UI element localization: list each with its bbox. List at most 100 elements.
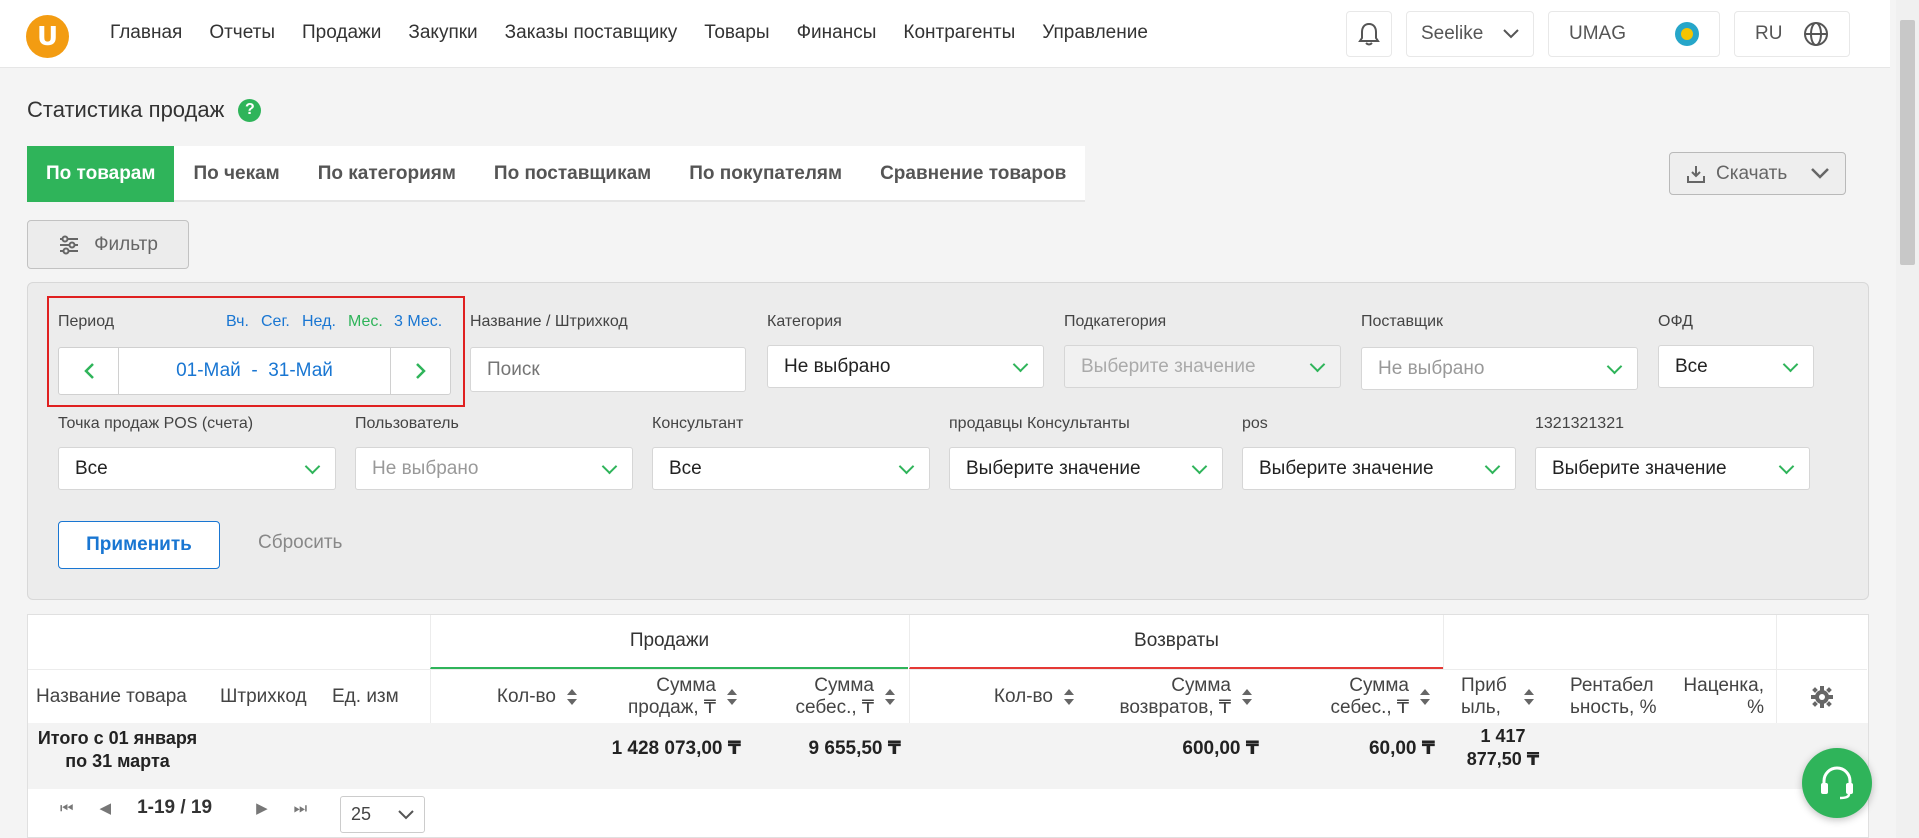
subcategory-select[interactable]: Выберите значение: [1064, 345, 1341, 388]
table-settings-button[interactable]: [1777, 669, 1867, 723]
scrollbar-thumb[interactable]: [1900, 20, 1915, 265]
col-product-name[interactable]: Название товара: [28, 669, 211, 723]
sort-icon[interactable]: [1063, 688, 1075, 706]
ofd-value: Все: [1675, 355, 1708, 377]
shop-name: Seelike: [1421, 23, 1484, 44]
returns-group-header: Возвраты: [909, 615, 1443, 669]
page-title: Статистика продаж: [27, 97, 225, 122]
sort-icon[interactable]: [1523, 688, 1535, 706]
sellers-select[interactable]: Выберите значение: [949, 447, 1223, 490]
custom-field-label: 1321321321: [1535, 415, 1624, 432]
sort-icon[interactable]: [1241, 688, 1253, 706]
col-sales-sum[interactable]: Сумма продаж, ₸: [590, 669, 750, 723]
search-input[interactable]: [470, 347, 746, 392]
period-next-button[interactable]: [390, 348, 450, 394]
prev-page-icon[interactable]: ◀: [100, 799, 112, 817]
quick-today[interactable]: Сег.: [261, 313, 290, 331]
custom-field-select[interactable]: Выберите значение: [1535, 447, 1810, 490]
col-sales-sum-label: Сумма продаж, ₸: [627, 674, 716, 718]
nav-item-supplier-orders[interactable]: Заказы поставщику: [505, 22, 678, 44]
chevron-down-icon: [899, 462, 913, 476]
quick-yesterday[interactable]: Вч.: [226, 313, 249, 331]
totals-profit: 1 417 877,50 ₸: [1466, 726, 1540, 769]
period-prev-button[interactable]: [59, 348, 119, 394]
col-profit[interactable]: Приб ыль,: [1443, 669, 1554, 723]
tab-by-products[interactable]: По товарам: [27, 146, 175, 202]
col-markup[interactable]: Наценка, %: [1665, 669, 1776, 723]
flag-icon: [1675, 22, 1699, 46]
col-returns-sum[interactable]: Сумма возвратов, ₸: [1087, 669, 1265, 723]
sort-icon[interactable]: [884, 688, 896, 706]
supplier-value: Не выбрано: [1378, 357, 1485, 379]
tab-by-customers[interactable]: По покупателям: [670, 146, 861, 202]
col-barcode[interactable]: Штрихкод: [211, 669, 321, 723]
chevron-down-icon: [305, 462, 319, 476]
nav-item-sales[interactable]: Продажи: [302, 22, 381, 44]
tab-product-comparison[interactable]: Сравнение товаров: [861, 146, 1085, 202]
totals-returns-sum: 600,00 ₸: [1182, 738, 1259, 759]
col-unit[interactable]: Ед. изм: [321, 669, 430, 723]
sort-icon[interactable]: [726, 688, 738, 706]
tab-by-receipts[interactable]: По чекам: [174, 146, 298, 202]
quick-week[interactable]: Нед.: [302, 313, 336, 331]
brand-name: UMAG: [1569, 23, 1626, 44]
nav-item-management[interactable]: Управление: [1042, 22, 1148, 44]
apply-button[interactable]: Применить: [58, 521, 220, 569]
col-product-name-label: Название товара: [36, 685, 187, 707]
col-sales-cost[interactable]: Сумма себес., ₸: [750, 669, 908, 723]
app-logo[interactable]: U: [26, 15, 69, 58]
period-range[interactable]: 01-Май - 31-Май: [119, 360, 390, 382]
col-sales-qty-label: Кол-во: [496, 685, 556, 707]
user-select[interactable]: Не выбрано: [355, 447, 633, 490]
nav-item-purchases[interactable]: Закупки: [408, 22, 477, 44]
period-picker: 01-Май - 31-Май: [58, 347, 451, 395]
chevron-down-icon: [1783, 360, 1797, 374]
sort-icon[interactable]: [566, 688, 578, 706]
page-title-row: Статистика продаж ?: [27, 97, 262, 123]
notifications-button[interactable]: [1346, 11, 1392, 57]
pos-select[interactable]: Все: [58, 447, 336, 490]
next-page-icon[interactable]: ▶: [256, 799, 268, 817]
shop-selector[interactable]: Seelike: [1406, 11, 1534, 57]
chevron-left-icon: [83, 363, 94, 379]
quick-3-months[interactable]: 3 Мес.: [394, 313, 442, 331]
col-returns-qty[interactable]: Кол-во: [909, 669, 1087, 723]
nav-item-home[interactable]: Главная: [110, 22, 182, 44]
col-sales-qty[interactable]: Кол-во: [430, 669, 590, 723]
supplier-select[interactable]: Не выбрано: [1361, 347, 1638, 390]
page-range: 1-19 / 19: [137, 797, 213, 818]
nav-item-reports[interactable]: Отчеты: [209, 22, 275, 44]
help-icon[interactable]: ?: [238, 98, 262, 122]
category-label: Категория: [767, 313, 842, 330]
totals-sales-sum: 1 428 073,00 ₸: [611, 738, 741, 759]
chevron-right-icon: [415, 363, 426, 379]
consultant-select[interactable]: Все: [652, 447, 930, 490]
supplier-label: Поставщик: [1361, 313, 1444, 330]
page-size-select[interactable]: 25: [340, 796, 425, 833]
chevron-down-icon: [1192, 462, 1206, 476]
nav-item-contractors[interactable]: Контрагенты: [903, 22, 1015, 44]
tab-by-categories[interactable]: По категориям: [299, 146, 475, 202]
col-returns-cost[interactable]: Сумма себес., ₸: [1265, 669, 1443, 723]
filter-toggle-button[interactable]: Фильтр: [27, 220, 189, 269]
sort-icon[interactable]: [1419, 688, 1431, 706]
tab-by-suppliers[interactable]: По поставщикам: [475, 146, 670, 202]
account-menu[interactable]: UMAG: [1548, 11, 1720, 57]
category-select[interactable]: Не выбрано: [767, 345, 1044, 388]
language-selector[interactable]: RU: [1734, 11, 1850, 57]
chevron-down-icon: [602, 462, 616, 476]
support-chat-button[interactable]: [1802, 748, 1872, 818]
col-returns-cost-label: Сумма себес., ₸: [1330, 674, 1409, 718]
quick-month[interactable]: Мес.: [348, 313, 383, 331]
col-rentability[interactable]: Рентабел ьность, %: [1554, 669, 1665, 723]
reset-button[interactable]: Сбросить: [258, 532, 342, 554]
pos2-select[interactable]: Выберите значение: [1242, 447, 1516, 490]
last-page-icon[interactable]: ⏭: [294, 800, 308, 817]
main-nav: Главная Отчеты Продажи Закупки Заказы по…: [110, 22, 1175, 44]
download-button[interactable]: Скачать: [1669, 152, 1846, 195]
first-page-icon[interactable]: ⏮: [60, 800, 74, 817]
nav-item-finance[interactable]: Финансы: [797, 22, 877, 44]
nav-item-products[interactable]: Товары: [704, 22, 769, 44]
pos2-label: pos: [1242, 415, 1268, 432]
ofd-select[interactable]: Все: [1658, 345, 1814, 388]
